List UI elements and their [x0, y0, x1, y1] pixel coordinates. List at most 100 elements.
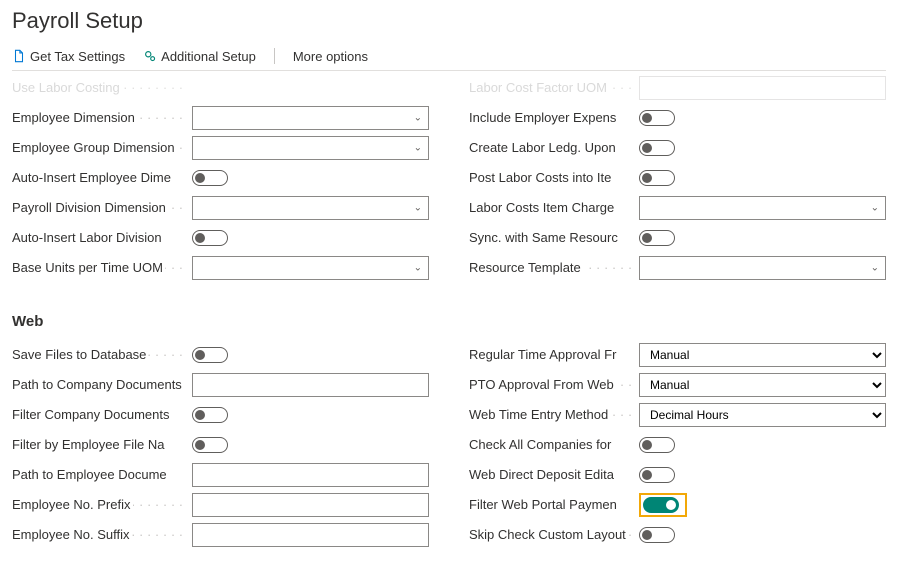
toggle-post-labor-costs[interactable] [639, 170, 675, 186]
label-skip-check-custom: Skip Check Custom Layout [469, 527, 639, 542]
dropdown-employee-dimension[interactable]: ⌄ [192, 106, 429, 130]
label-web-time-entry: Web Time Entry Method [469, 407, 639, 422]
chevron-down-icon: ⌄ [414, 112, 422, 123]
chevron-down-icon: ⌄ [414, 202, 422, 213]
row-auto-insert-labor-div: Auto-Insert Labor Division Dimen... [12, 223, 429, 252]
label-employee-dimension: Employee Dimension [12, 110, 192, 125]
row-resource-template: Resource Template ⌄ [469, 253, 886, 282]
input-path-emp-docs[interactable] [192, 463, 429, 487]
dropdown-labor-cost-factor-uom[interactable] [639, 76, 886, 100]
select-pto-approval[interactable]: Manual [639, 373, 886, 397]
row-post-labor-costs: Post Labor Costs into Item Valuati... [469, 163, 886, 192]
row-emp-no-prefix: Employee No. Prefix [12, 490, 429, 519]
get-tax-settings-button[interactable]: Get Tax Settings [12, 49, 125, 64]
row-emp-no-suffix: Employee No. Suffix [12, 520, 429, 549]
select-web-time-entry[interactable]: Decimal Hours [639, 403, 886, 427]
toolbar-separator [274, 48, 275, 64]
get-tax-label: Get Tax Settings [30, 49, 125, 64]
row-pto-approval: PTO Approval From Web Manual [469, 370, 886, 399]
toggle-filter-emp-file[interactable] [192, 437, 228, 453]
web-col-left: Save Files to Database Path to Company D… [12, 340, 429, 550]
row-labor-costs-item-charge: Labor Costs Item Charge No. ⌄ [469, 193, 886, 222]
row-web-time-entry: Web Time Entry Method Decimal Hours [469, 400, 886, 429]
row-base-units-per-time: Base Units per Time UOM ⌄ [12, 253, 429, 282]
label-create-labor-ledg: Create Labor Ledg. Upon Period C... [469, 140, 639, 155]
toggle-sync-same-resource[interactable] [639, 230, 675, 246]
row-auto-insert-emp-dim: Auto-Insert Employee Dimensions [12, 163, 429, 192]
label-payroll-division-dimension: Payroll Division Dimension [12, 200, 192, 215]
row-employee-group-dimension: Employee Group Dimension ⌄ [12, 133, 429, 162]
row-payroll-division-dimension: Payroll Division Dimension ⌄ [12, 193, 429, 222]
label-auto-insert-emp-dim: Auto-Insert Employee Dimensions [12, 170, 192, 185]
toggle-check-all-companies[interactable] [639, 437, 675, 453]
input-emp-no-prefix[interactable] [192, 493, 429, 517]
row-filter-company-docs: Filter Company Documents By Pay... [12, 400, 429, 429]
label-filter-emp-file: Filter by Employee File Name [12, 437, 192, 452]
chevron-down-icon: ⌄ [414, 262, 422, 273]
row-regular-time-approval: Regular Time Approval From Web Manual [469, 340, 886, 369]
toolbar: Get Tax Settings Additional Setup More o… [12, 48, 886, 71]
gear-icon [143, 49, 157, 63]
label-check-all-companies: Check All Companies for Login [469, 437, 639, 452]
label-web-direct-deposit: Web Direct Deposit Editable [469, 467, 639, 482]
section-header-web[interactable]: Web [12, 313, 886, 330]
label-auto-insert-labor-div: Auto-Insert Labor Division Dimen... [12, 230, 192, 245]
web-col-right: Regular Time Approval From Web Manual PT… [469, 340, 886, 550]
dropdown-employee-group-dimension[interactable]: ⌄ [192, 136, 429, 160]
col-left: Use Labor Costing Employee Dimension ⌄ E… [12, 81, 429, 283]
label-employee-group-dimension: Employee Group Dimension [12, 140, 192, 155]
dropdown-payroll-division-dimension[interactable]: ⌄ [192, 196, 429, 220]
select-regular-time-approval[interactable]: Manual [639, 343, 886, 367]
section-web: Save Files to Database Path to Company D… [12, 340, 886, 568]
chevron-down-icon: ⌄ [871, 262, 879, 273]
document-icon [12, 49, 26, 63]
label-filter-company-docs: Filter Company Documents By Pay... [12, 407, 192, 422]
row-create-labor-ledg: Create Labor Ledg. Upon Period C... [469, 133, 886, 162]
additional-setup-button[interactable]: Additional Setup [143, 49, 256, 64]
label-sync-same-resource: Sync. with Same Resource No. [469, 230, 639, 245]
dropdown-resource-template[interactable]: ⌄ [639, 256, 886, 280]
toggle-filter-web-portal-payment[interactable] [643, 497, 679, 513]
section-labor-costing: Use Labor Costing Employee Dimension ⌄ E… [12, 81, 886, 301]
more-options-label: More options [293, 49, 368, 64]
dropdown-labor-costs-item-charge[interactable]: ⌄ [639, 196, 886, 220]
toggle-include-employer-exp[interactable] [639, 110, 675, 126]
row-labor-cost-factor-uom: Labor Cost Factor UOM [469, 73, 886, 102]
toggle-auto-insert-emp-dim[interactable] [192, 170, 228, 186]
label-include-employer-exp: Include Employer Expenses in Lab... [469, 110, 639, 125]
chevron-down-icon: ⌄ [414, 142, 422, 153]
highlight-filter-web-portal-payment [639, 493, 687, 517]
label-post-labor-costs: Post Labor Costs into Item Valuati... [469, 170, 639, 185]
row-path-company-docs: Path to Company Documents [12, 370, 429, 399]
more-options-button[interactable]: More options [293, 49, 368, 64]
toggle-skip-check-custom[interactable] [639, 527, 675, 543]
chevron-down-icon: ⌄ [871, 202, 879, 213]
label-emp-no-suffix: Employee No. Suffix [12, 527, 192, 542]
row-employee-dimension: Employee Dimension ⌄ [12, 103, 429, 132]
page-title: Payroll Setup [12, 8, 886, 34]
row-sync-same-resource: Sync. with Same Resource No. [469, 223, 886, 252]
row-include-employer-exp: Include Employer Expenses in Lab... [469, 103, 886, 132]
label-emp-no-prefix: Employee No. Prefix [12, 497, 192, 512]
row-path-emp-docs: Path to Employee Documents [12, 460, 429, 489]
label-path-emp-docs: Path to Employee Documents [12, 467, 192, 482]
row-filter-emp-file: Filter by Employee File Name [12, 430, 429, 459]
label-path-company-docs: Path to Company Documents [12, 377, 192, 392]
row-save-files: Save Files to Database [12, 340, 429, 369]
input-path-company-docs[interactable] [192, 373, 429, 397]
toggle-save-files[interactable] [192, 347, 228, 363]
toggle-web-direct-deposit[interactable] [639, 467, 675, 483]
row-skip-check-custom: Skip Check Custom Layout [469, 520, 886, 549]
dropdown-base-units-per-time[interactable]: ⌄ [192, 256, 429, 280]
toggle-auto-insert-labor-div[interactable] [192, 230, 228, 246]
label-labor-costs-item-charge: Labor Costs Item Charge No. [469, 200, 639, 215]
toggle-filter-company-docs[interactable] [192, 407, 228, 423]
row-web-direct-deposit: Web Direct Deposit Editable [469, 460, 886, 489]
label-base-units-per-time: Base Units per Time UOM [12, 260, 192, 275]
col-right: Labor Cost Factor UOM Include Employer E… [469, 81, 886, 283]
toggle-create-labor-ledg[interactable] [639, 140, 675, 156]
row-check-all-companies: Check All Companies for Login [469, 430, 886, 459]
additional-setup-label: Additional Setup [161, 49, 256, 64]
input-emp-no-suffix[interactable] [192, 523, 429, 547]
row-filter-web-portal-payment: Filter Web Portal Payment Date [469, 490, 886, 519]
